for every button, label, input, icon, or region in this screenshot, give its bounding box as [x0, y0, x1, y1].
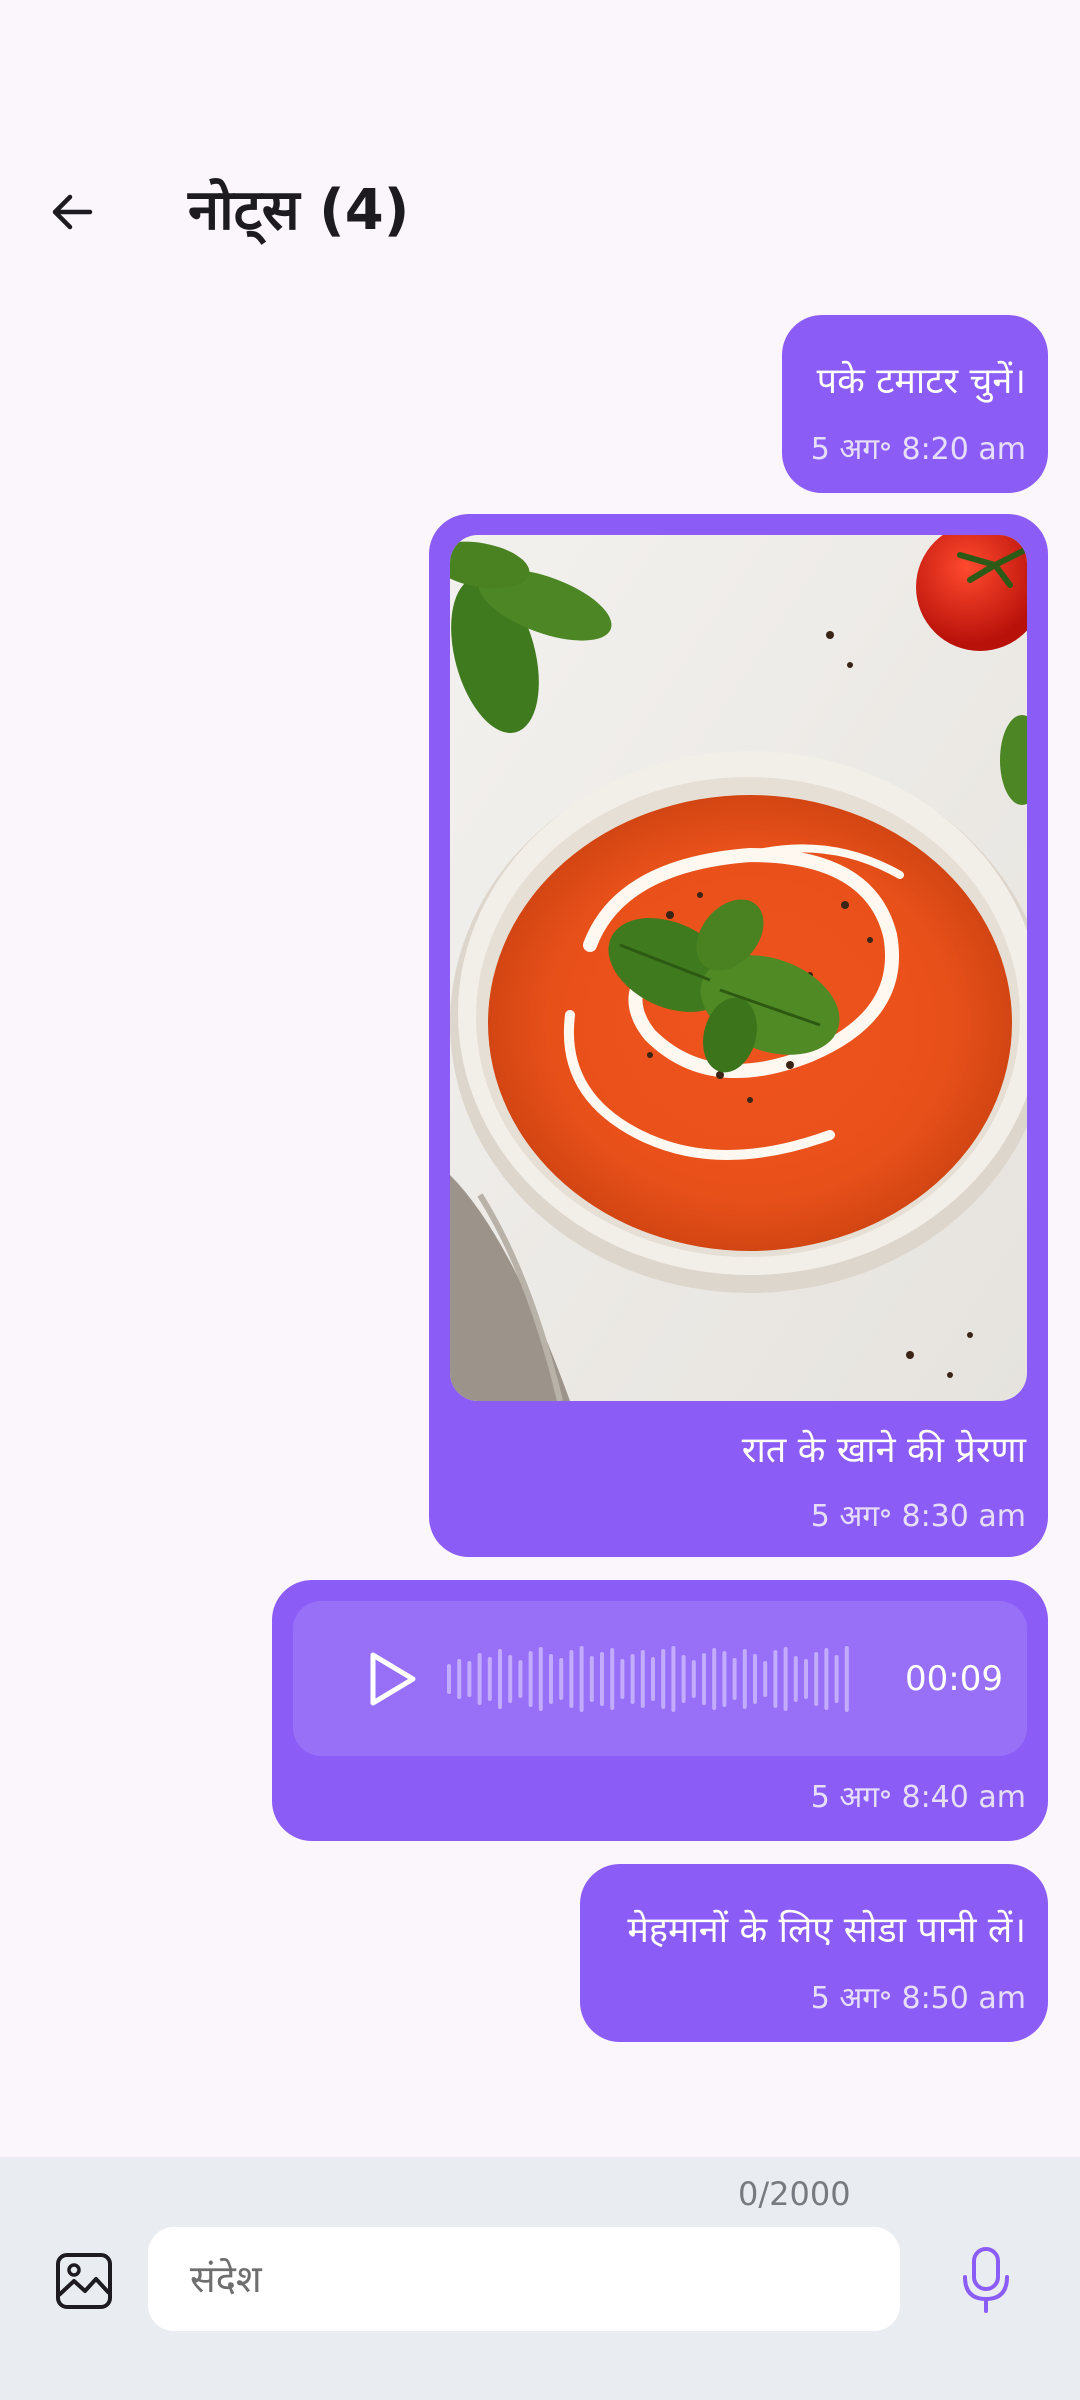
back-button[interactable]: [42, 182, 102, 242]
play-button[interactable]: [361, 1649, 421, 1709]
soup-photo[interactable]: [450, 535, 1027, 1401]
image-message-bubble[interactable]: रात के खाने की प्रेरणा 5 अग॰ 8:30 am: [429, 514, 1048, 1557]
page-title: नोट्स (4): [188, 178, 410, 243]
play-icon: [370, 1652, 416, 1706]
message-timestamp: 5 अग॰ 8:30 am: [810, 1499, 1026, 1534]
message-text: मेहमानों के लिए सोडा पानी लें।: [627, 1910, 1026, 1951]
audio-duration: 00:09: [905, 1659, 1003, 1699]
image-caption: रात के खाने की प्रेरणा: [741, 1430, 1026, 1471]
audio-player: 00:09: [293, 1601, 1027, 1756]
message-bubble[interactable]: मेहमानों के लिए सोडा पानी लें। 5 अग॰ 8:5…: [580, 1864, 1048, 2042]
message-text: पके टमाटर चुनें।: [816, 361, 1026, 402]
message-timestamp: 5 अग॰ 8:50 am: [810, 1981, 1026, 2016]
top-app-bar: नोट्स (4): [0, 150, 1080, 270]
message-timestamp: 5 अग॰ 8:20 am: [810, 432, 1026, 467]
audio-message-bubble[interactable]: 00:09 5 अग॰ 8:40 am: [272, 1580, 1048, 1841]
microphone-icon: [963, 2247, 1009, 2313]
image-icon: [56, 2253, 112, 2309]
audio-waveform[interactable]: [445, 1643, 855, 1715]
message-bubble[interactable]: पके टमाटर चुनें। 5 अग॰ 8:20 am: [782, 315, 1048, 493]
message-timestamp: 5 अग॰ 8:40 am: [810, 1780, 1026, 1815]
arrow-left-icon: [52, 194, 93, 230]
composer-bar: 0/2000: [0, 2157, 1080, 2400]
record-audio-button[interactable]: [955, 2245, 1017, 2315]
attach-image-button[interactable]: [52, 2249, 116, 2313]
character-counter: 0/2000: [738, 2175, 851, 2213]
message-input[interactable]: [148, 2227, 900, 2331]
